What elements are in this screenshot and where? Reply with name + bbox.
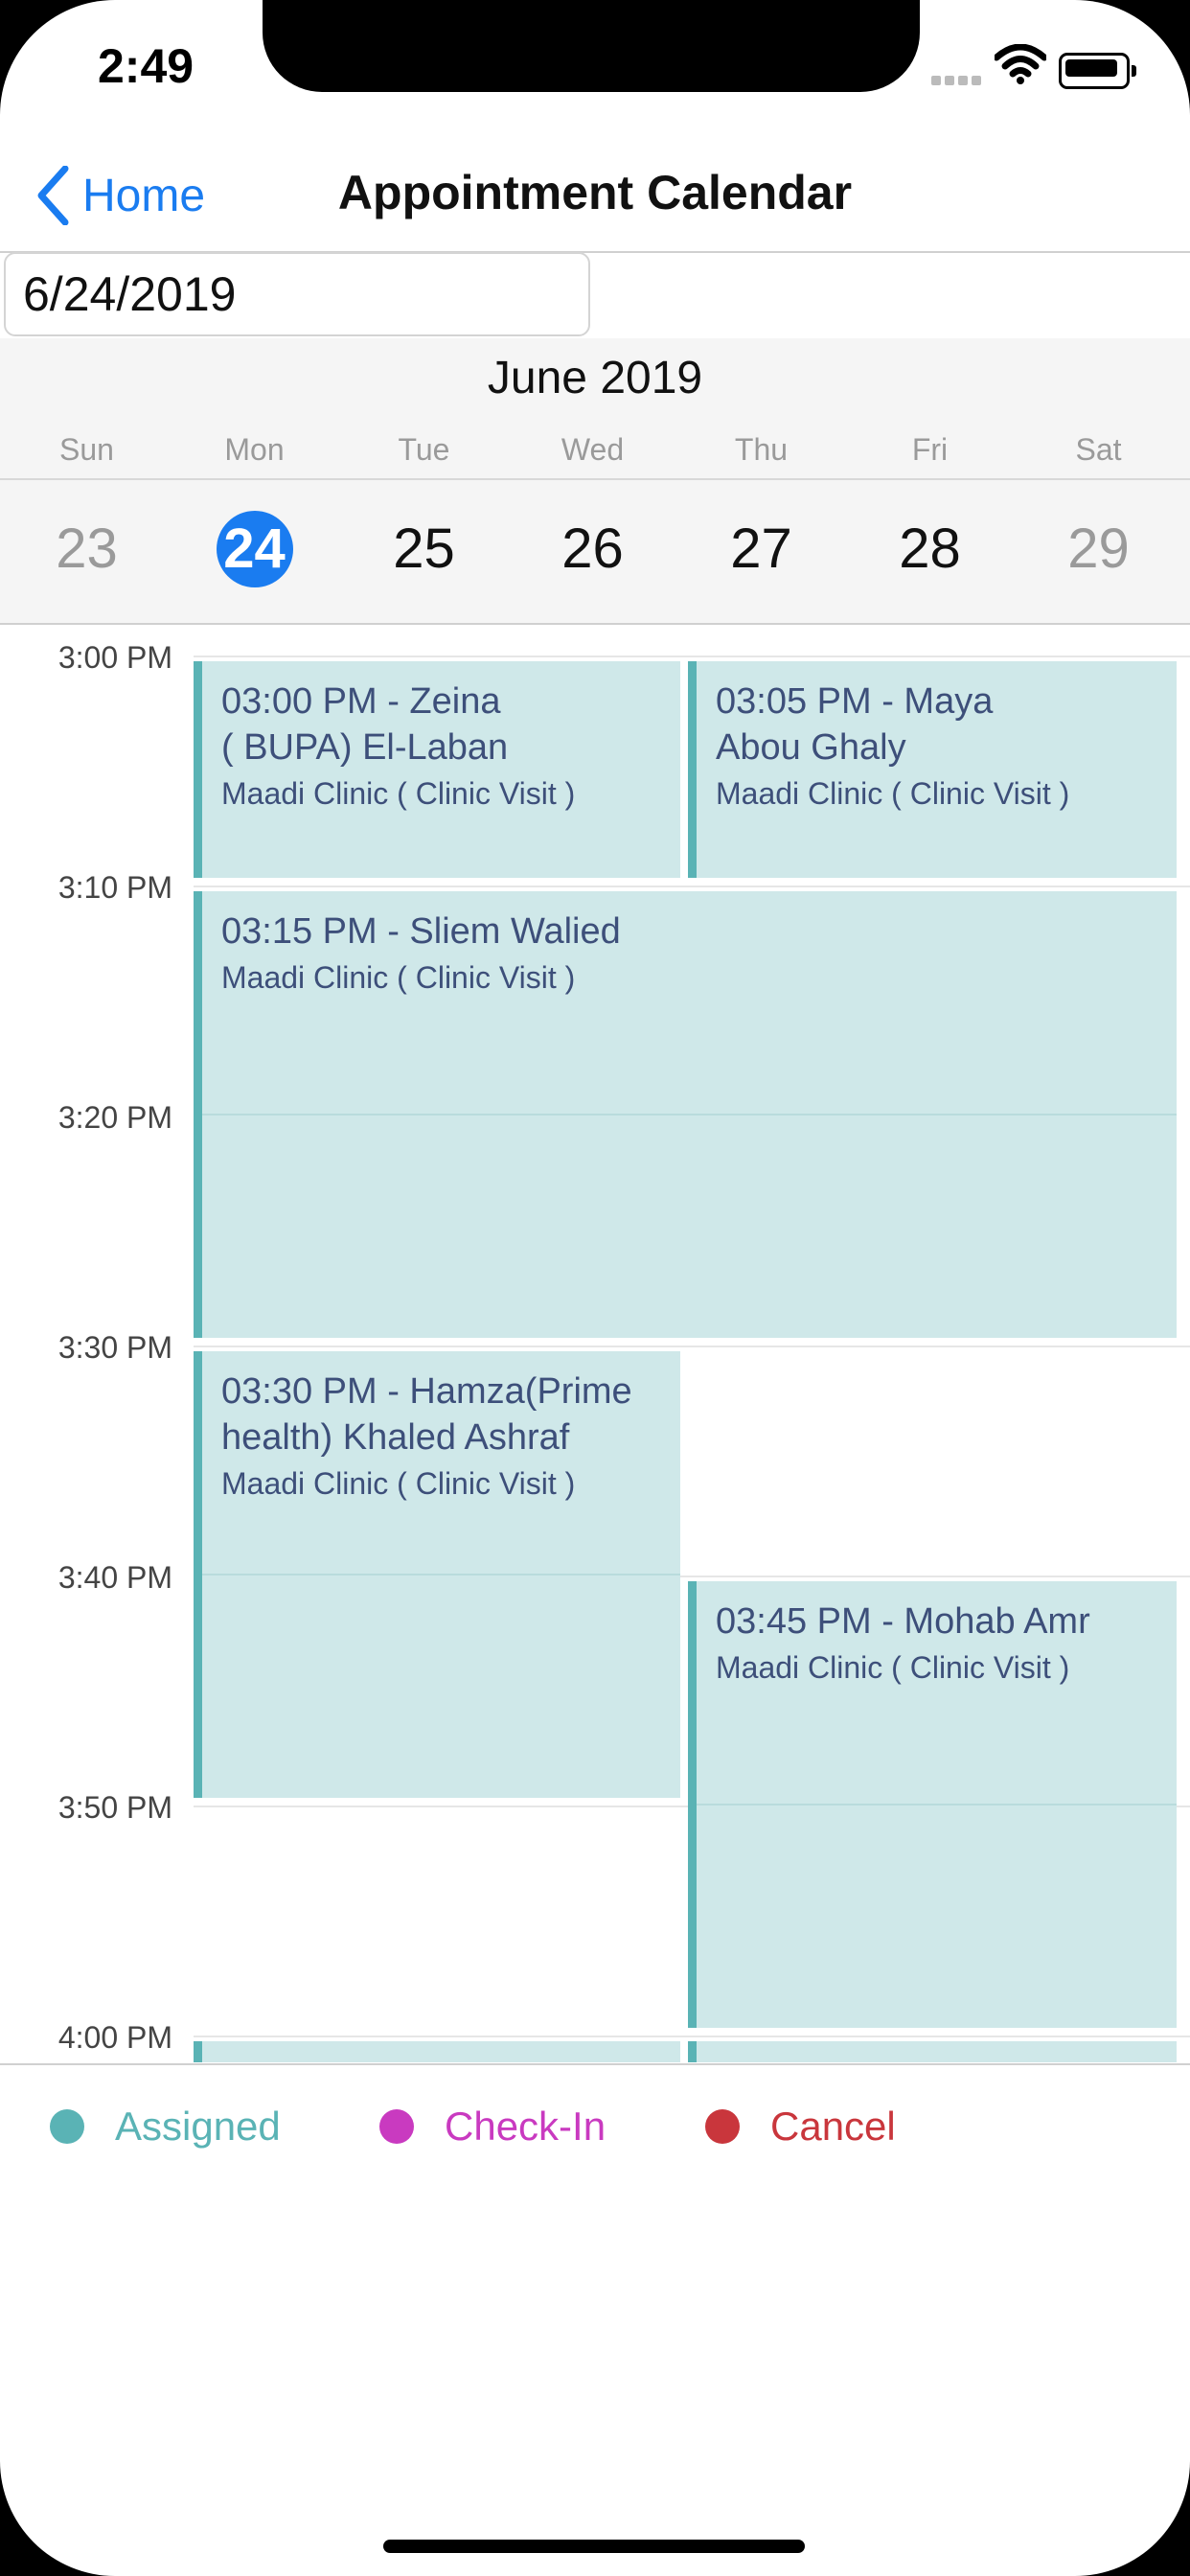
status-legend: Assigned Check-In Cancel bbox=[0, 2065, 1190, 2190]
date-field[interactable]: 6/24/2019 bbox=[4, 252, 590, 336]
app-screen: 2:49 Home Appointment Calendar 6/24/2019… bbox=[0, 0, 1190, 2576]
grid-line bbox=[697, 1804, 1177, 1806]
legend-assigned[interactable]: Assigned bbox=[50, 2104, 281, 2150]
appointment-location: Maadi Clinic ( Clinic Visit ) bbox=[221, 776, 576, 811]
appointment-title: 03:05 PM - Maya bbox=[716, 681, 994, 722]
day-cell[interactable]: 27 bbox=[676, 511, 846, 587]
status-dot-icon bbox=[50, 2109, 84, 2144]
appointment-title: 03:30 PM - Hamza(Prime bbox=[221, 1371, 632, 1412]
appointment-title: 03:45 PM - Mohab Amr bbox=[716, 1601, 1090, 1642]
weekday-label: Fri bbox=[911, 432, 949, 467]
legend-check-in[interactable]: Check-In bbox=[379, 2104, 606, 2150]
time-label: 3:20 PM bbox=[57, 1100, 172, 1135]
legend-label: Assigned bbox=[115, 2104, 281, 2149]
grid-line bbox=[202, 1574, 680, 1576]
weekday-label: Mon bbox=[224, 432, 285, 467]
page-title: Appointment Calendar bbox=[337, 166, 853, 219]
time-label: 3:50 PM bbox=[57, 1790, 172, 1825]
device-notch bbox=[263, 0, 920, 92]
day-cell[interactable]: 25 bbox=[339, 511, 509, 587]
status-time: 2:49 bbox=[98, 39, 195, 93]
appointment-location: Maadi Clinic ( Clinic Visit ) bbox=[716, 1650, 1070, 1685]
weekday-divider bbox=[0, 478, 1190, 480]
grid-line bbox=[194, 886, 1190, 887]
navigation-bar: Home Appointment Calendar bbox=[0, 144, 1190, 251]
battery-icon bbox=[1059, 53, 1136, 89]
appointment-title: Abou Ghaly bbox=[716, 727, 906, 768]
grid-line bbox=[194, 2036, 1190, 2037]
appointment-title: health) Khaled Ashraf bbox=[221, 1417, 570, 1458]
appointment-card-partial[interactable] bbox=[194, 2041, 680, 2062]
day-timeline[interactable]: 3:00 PM 3:10 PM 3:20 PM 3:30 PM 3:40 PM … bbox=[0, 625, 1190, 2062]
appointment-card[interactable]: 03:45 PM - Mohab Amr Maadi Clinic ( Clin… bbox=[688, 1581, 1177, 2028]
weekday-label: Sun bbox=[59, 432, 114, 467]
grid-line bbox=[194, 1346, 1190, 1347]
cellular-signal-icon bbox=[931, 73, 985, 90]
legend-cancel[interactable]: Cancel bbox=[705, 2104, 896, 2150]
grid-line bbox=[202, 1114, 1177, 1116]
appointment-card[interactable]: 03:00 PM - Zeina ( BUPA) El-Laban Maadi … bbox=[194, 661, 680, 878]
appointment-card[interactable]: 03:30 PM - Hamza(Prime health) Khaled As… bbox=[194, 1351, 680, 1798]
day-cell[interactable]: 29 bbox=[1014, 511, 1183, 587]
selected-day-number: 24 bbox=[216, 511, 293, 587]
time-label: 3:10 PM bbox=[57, 870, 172, 905]
appointment-location: Maadi Clinic ( Clinic Visit ) bbox=[221, 960, 576, 995]
appointment-location: Maadi Clinic ( Clinic Visit ) bbox=[716, 776, 1070, 811]
time-label: 3:00 PM bbox=[57, 640, 172, 675]
week-calendar: June 2019 Sun Mon Tue Wed Thu Fri Sat 23… bbox=[0, 338, 1190, 623]
appointment-card-partial[interactable] bbox=[688, 2041, 1177, 2062]
legend-label: Check-In bbox=[445, 2104, 606, 2149]
day-cell[interactable]: 26 bbox=[508, 511, 677, 587]
appointment-card[interactable]: 03:15 PM - Sliem Walied Maadi Clinic ( C… bbox=[194, 891, 1177, 1338]
legend-label: Cancel bbox=[770, 2104, 896, 2149]
weekday-label: Tue bbox=[398, 432, 450, 467]
appointment-title: 03:00 PM - Zeina bbox=[221, 681, 501, 722]
home-indicator[interactable] bbox=[383, 2540, 805, 2553]
time-label: 3:40 PM bbox=[57, 1560, 172, 1595]
appointment-title: ( BUPA) El-Laban bbox=[221, 727, 509, 768]
status-dot-icon bbox=[705, 2109, 740, 2144]
appointment-location: Maadi Clinic ( Clinic Visit ) bbox=[221, 1466, 576, 1501]
day-cell[interactable]: 23 bbox=[2, 511, 172, 587]
month-label: June 2019 bbox=[487, 353, 703, 403]
time-label: 4:00 PM bbox=[57, 2020, 172, 2055]
time-label: 3:30 PM bbox=[57, 1330, 172, 1365]
grid-line bbox=[194, 656, 1190, 657]
day-cell-selected[interactable]: 24 bbox=[170, 511, 339, 587]
weekday-label: Thu bbox=[734, 432, 789, 467]
weekday-label: Sat bbox=[1075, 432, 1122, 467]
appointment-card[interactable]: 03:05 PM - Maya Abou Ghaly Maadi Clinic … bbox=[688, 661, 1177, 878]
wifi-icon bbox=[993, 43, 1048, 89]
appointment-title: 03:15 PM - Sliem Walied bbox=[221, 911, 621, 952]
weekday-label: Wed bbox=[561, 432, 625, 467]
status-dot-icon bbox=[379, 2109, 414, 2144]
day-cell[interactable]: 28 bbox=[845, 511, 1015, 587]
